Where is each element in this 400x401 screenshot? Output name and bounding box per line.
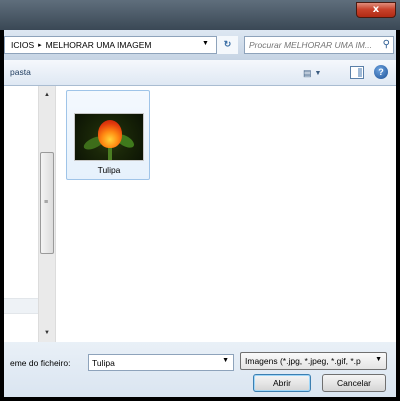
- file-type-select[interactable]: Imagens (*.jpg, *.jpeg, *.gif, *.p ▼: [240, 352, 387, 370]
- chevron-down-icon: ▼: [314, 69, 322, 77]
- preview-pane-button[interactable]: [350, 66, 364, 79]
- file-list[interactable]: Tulipa: [56, 86, 396, 342]
- file-item[interactable]: Tulipa: [66, 90, 150, 180]
- file-type-value: Imagens (*.jpg, *.jpeg, *.gif, *.p: [245, 356, 361, 366]
- grip-icon: ≡: [44, 199, 49, 206]
- views-icon: ▤: [303, 67, 312, 78]
- address-row: ICIOS ▸ MELHORAR UMA IMAGEM ▼ ↻ ⚲: [4, 30, 396, 60]
- breadcrumb-item[interactable]: ICIOS: [11, 40, 34, 50]
- content-area: ▲ ≡ ▼ Tulipa: [4, 86, 396, 342]
- filename-field[interactable]: [89, 355, 217, 370]
- chevron-down-icon[interactable]: ▼: [222, 357, 229, 364]
- search-box[interactable]: ⚲: [244, 36, 394, 54]
- nav-scrollbar[interactable]: ▲ ≡ ▼: [38, 86, 56, 342]
- tulip-thumbnail: [74, 113, 144, 161]
- close-icon: x: [372, 4, 380, 15]
- navigation-pane[interactable]: [4, 86, 38, 342]
- filename-label: eme do ficheiro:: [10, 358, 71, 368]
- close-button[interactable]: x: [356, 2, 396, 18]
- chevron-right-icon[interactable]: ▸: [38, 41, 42, 49]
- open-button[interactable]: Abrir: [253, 374, 311, 392]
- search-input[interactable]: [245, 37, 375, 53]
- scroll-down-icon[interactable]: ▼: [39, 326, 55, 340]
- open-file-dialog: x ICIOS ▸ MELHORAR UMA IMAGEM ▼ ↻ ⚲ past…: [0, 0, 400, 401]
- file-name: Tulipa: [97, 165, 121, 175]
- file-options-bar: eme do ficheiro: ▼ Imagens (*.jpg, *.jpe…: [4, 342, 396, 397]
- breadcrumb-item-current[interactable]: MELHORAR UMA IMAGEM: [46, 40, 152, 50]
- toolbar: pasta ▤ ▼ ?: [4, 60, 396, 86]
- refresh-button[interactable]: ↻: [216, 36, 238, 54]
- help-icon: ?: [378, 67, 384, 77]
- refresh-icon: ↻: [223, 39, 232, 49]
- cancel-button[interactable]: Cancelar: [322, 374, 386, 392]
- new-folder-button[interactable]: pasta: [10, 67, 31, 77]
- help-button[interactable]: ?: [374, 65, 388, 79]
- nav-item-selected[interactable]: [4, 298, 38, 314]
- chevron-down-icon: ▼: [375, 356, 382, 363]
- filename-combobox[interactable]: ▼: [88, 354, 234, 371]
- title-bar[interactable]: x: [0, 0, 400, 30]
- views-button[interactable]: ▤ ▼: [303, 66, 329, 80]
- scroll-thumb[interactable]: ≡: [40, 152, 54, 254]
- scroll-up-icon[interactable]: ▲: [39, 88, 55, 102]
- search-icon[interactable]: ⚲: [383, 39, 390, 50]
